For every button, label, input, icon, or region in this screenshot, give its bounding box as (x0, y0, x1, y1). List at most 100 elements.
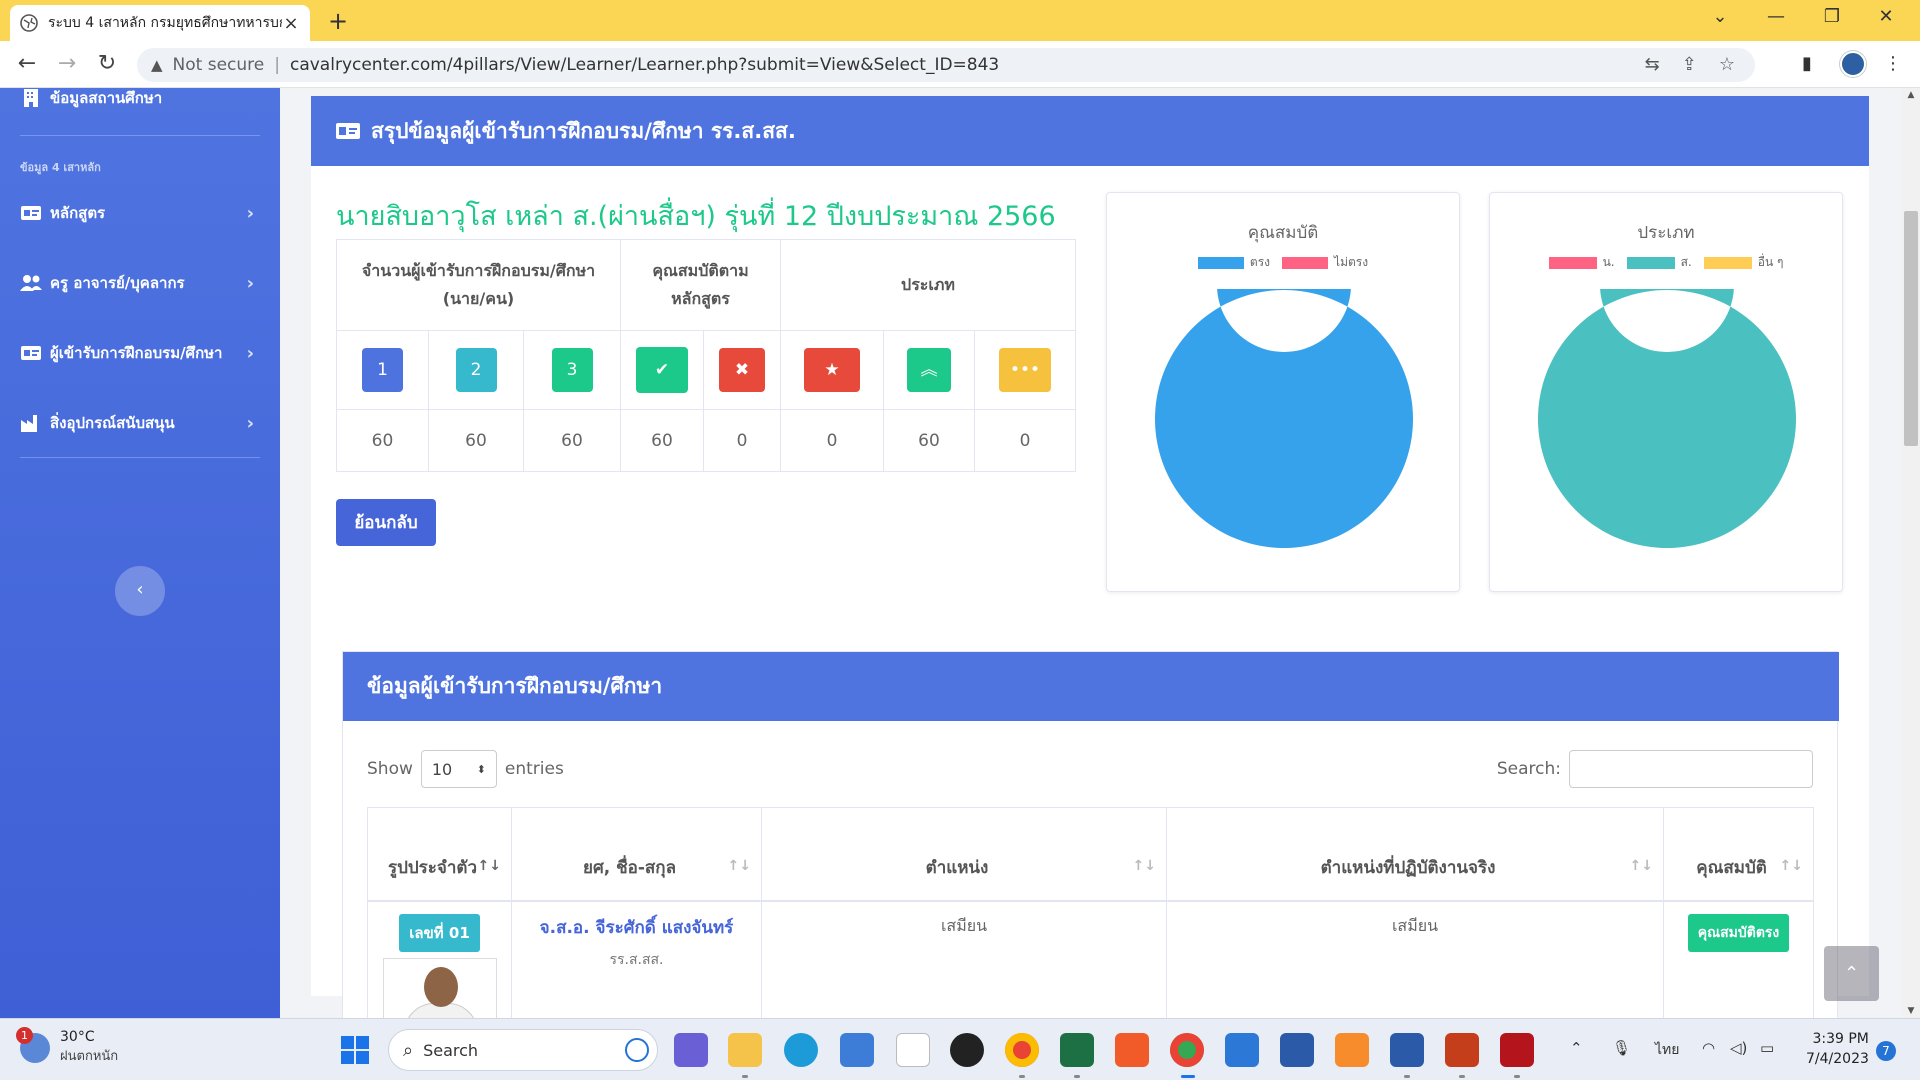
sidebar-item-learners[interactable]: ผู้เข้ารับการฝึกอบรม/ศึกษา › (20, 341, 260, 365)
type-header: ประเภท (780, 239, 1076, 331)
bookmark-star-icon[interactable]: ☆ (1719, 54, 1735, 75)
running-indicator (1404, 1075, 1410, 1078)
address-separator: | (274, 55, 280, 75)
sort-icon: ↑↓ (727, 857, 751, 874)
legend-item[interactable]: ตรง (1197, 253, 1270, 272)
notification-count-badge[interactable]: 7 (1876, 1041, 1896, 1061)
legend-item[interactable]: ไม่ตรง (1282, 253, 1368, 272)
input-language[interactable]: ไทย (1655, 1039, 1679, 1061)
column-header-actual-position[interactable]: ตำแหน่งที่ปฏิบัติงานจริง ↑↓ (1166, 807, 1664, 902)
sidebar-item-teachers[interactable]: ครู อาจารย์/บุคลากร › (20, 271, 260, 295)
translate-icon[interactable]: ⇆ (1645, 54, 1660, 75)
vertical-scrollbar[interactable]: ▲ ▼ (1902, 88, 1920, 1018)
tab-title: ระบบ 4 เสาหลัก กรมยุทธศึกษาทหารบก (48, 15, 282, 31)
entries-select[interactable]: 10 ⬍ (420, 750, 497, 788)
windows-start-icon[interactable] (340, 1035, 370, 1065)
building-icon (24, 89, 38, 107)
summary-card-header: สรุปข้อมูลผู้เข้ารับการฝึกอบรม/ศึกษา รร.… (311, 96, 1869, 166)
legend-item[interactable]: น. (1548, 253, 1615, 272)
taskbar-search[interactable]: ⌕ Search (388, 1029, 658, 1071)
address-bar[interactable]: ▲ Not secure | cavalrycenter.com/4pillar… (137, 48, 1755, 82)
xampp-icon[interactable] (1335, 1033, 1369, 1067)
scroll-to-top-button[interactable]: ⌃ (1824, 946, 1879, 1001)
tray-chevron-up-icon[interactable]: ⌃ (1570, 1039, 1583, 1057)
edge-browser-icon[interactable] (784, 1033, 818, 1067)
wifi-icon[interactable]: ◠ (1702, 1039, 1715, 1057)
main-content: สรุปข้อมูลผู้เข้ารับการฝึกอบรม/ศึกษา รร.… (280, 88, 1902, 1018)
mail-app-icon[interactable] (840, 1033, 874, 1067)
column-header-position[interactable]: ตำแหน่ง ↑↓ (761, 807, 1167, 902)
running-indicator (1459, 1075, 1465, 1078)
word-doc-icon[interactable] (1390, 1033, 1424, 1067)
chrome-profile-icon[interactable] (1170, 1033, 1204, 1067)
powerpoint-icon[interactable] (1445, 1033, 1479, 1067)
count-header: จำนวนผู้เข้ารับการฝึกอบรม/ศึกษา (นาย/คน) (336, 239, 621, 331)
weather-desc: ฝนตกหนัก (60, 1049, 119, 1064)
new-tab-icon[interactable]: + (324, 8, 352, 36)
chrome-icon[interactable] (1005, 1033, 1039, 1067)
browser-tab[interactable]: ระบบ 4 เสาหลัก กรมยุทธศึกษาทหารบก × (10, 5, 310, 41)
column-header-photo[interactable]: รูปประจำตัว ↑↓ (367, 807, 512, 902)
weather-temp: 30°C (60, 1029, 95, 1045)
legend-item[interactable]: ส. (1626, 253, 1692, 272)
sidebar-item-equipment[interactable]: สิ่งอุปกรณ์สนับสนุน › (20, 411, 260, 435)
sidebar-section-heading: ข้อมูล 4 เสาหลัก (20, 161, 101, 174)
chevron-right-icon: › (246, 272, 254, 294)
menu-kebab-icon[interactable]: ⋮ (1884, 53, 1902, 74)
side-panel-icon[interactable]: ▮ (1802, 53, 1812, 74)
forward-arrow-icon[interactable]: → (54, 51, 80, 77)
tab-search-icon[interactable]: ⌄ (1700, 6, 1740, 27)
value-type-other: 0 (974, 409, 1076, 472)
file-explorer-icon[interactable] (728, 1033, 762, 1067)
sidebar-item-school-info[interactable]: ข้อมูลสถานศึกษา (20, 86, 260, 110)
meet-app-icon[interactable] (674, 1033, 708, 1067)
back-button[interactable]: ย้อนกลับ (336, 499, 436, 546)
filezilla-icon[interactable] (1500, 1033, 1534, 1067)
legend-label: ไม่ตรง (1334, 255, 1369, 269)
summary-title: สรุปข้อมูลผู้เข้ารับการฝึกอบรม/ศึกษา รร.… (371, 118, 796, 143)
scroll-down-arrow-icon[interactable]: ▼ (1902, 1006, 1920, 1016)
tab-close-icon[interactable]: × (282, 13, 300, 34)
legend-swatch (1282, 256, 1329, 269)
rain-cloud-icon: 1 (16, 1026, 50, 1063)
maximize-icon[interactable]: ❐ (1812, 6, 1852, 27)
weather-badge: 1 (16, 1026, 33, 1044)
notes-app-icon[interactable] (1225, 1033, 1259, 1067)
minimize-icon[interactable]: — (1756, 6, 1796, 27)
scroll-up-arrow-icon[interactable]: ▲ (1902, 90, 1920, 100)
learner-name-link[interactable]: จ.ส.อ. จีระศักดิ์ แสงจันทร์ (512, 914, 761, 941)
column-header-qualification[interactable]: คุณสมบัติ ↑↓ (1663, 807, 1814, 902)
battery-icon[interactable]: ▭ (1760, 1039, 1774, 1057)
learner-course-title: นายสิบอาวุโส เหล่า ส.(ผ่านสื่อฯ) รุ่นที่… (336, 201, 1056, 232)
legend-item[interactable]: อื่น ๆ (1703, 253, 1784, 272)
share-icon[interactable]: ⇪ (1682, 54, 1697, 75)
weather-widget[interactable]: 1 30°C ฝนตกหนัก (16, 1026, 119, 1066)
brave-browser-icon[interactable] (1115, 1033, 1149, 1067)
browser-tabbar: ระบบ 4 เสาหลัก กรมยุทธศึกษาทหารบก × + ⌄ … (0, 0, 1920, 41)
excel-icon[interactable] (1060, 1033, 1094, 1067)
close-window-icon[interactable]: ✕ (1866, 6, 1906, 27)
microphone-icon[interactable]: 🎙 (1612, 1039, 1631, 1057)
taskbar-clock[interactable]: 3:39 PM 7/4/2023 (1806, 1029, 1869, 1069)
cell-photo: เลขที่ 01 (367, 900, 512, 1018)
reload-icon[interactable]: ↻ (94, 51, 120, 77)
chevron-right-icon: › (246, 202, 254, 224)
type-chart-card: ประเภท น. ส. อื่น ๆ (1489, 192, 1843, 592)
profile-avatar[interactable] (1840, 51, 1866, 77)
scrollbar-thumb[interactable] (1904, 211, 1918, 446)
sidebar-divider (20, 135, 260, 136)
notepad-icon[interactable] (896, 1033, 930, 1067)
search-input[interactable] (1569, 750, 1813, 788)
sidebar-item-curriculum[interactable]: หลักสูตร › (20, 201, 260, 225)
back-arrow-icon[interactable]: ← (14, 51, 40, 77)
active-indicator (1181, 1075, 1195, 1078)
volume-icon[interactable]: ◁) (1730, 1039, 1747, 1057)
running-indicator (1514, 1075, 1520, 1078)
sidebar-toggle-button[interactable]: ‹ (115, 566, 165, 616)
column-header-name[interactable]: ยศ, ชื่อ-สกุล ↑↓ (511, 807, 762, 902)
legend-label: อื่น ๆ (1757, 255, 1784, 269)
column-header-label: คุณสมบัติ (1696, 857, 1767, 878)
word-icon[interactable] (1280, 1033, 1314, 1067)
dell-icon[interactable] (950, 1033, 984, 1067)
learners-card-header: ข้อมูลผู้เข้ารับการฝึกอบรม/ศึกษา (343, 652, 1839, 721)
